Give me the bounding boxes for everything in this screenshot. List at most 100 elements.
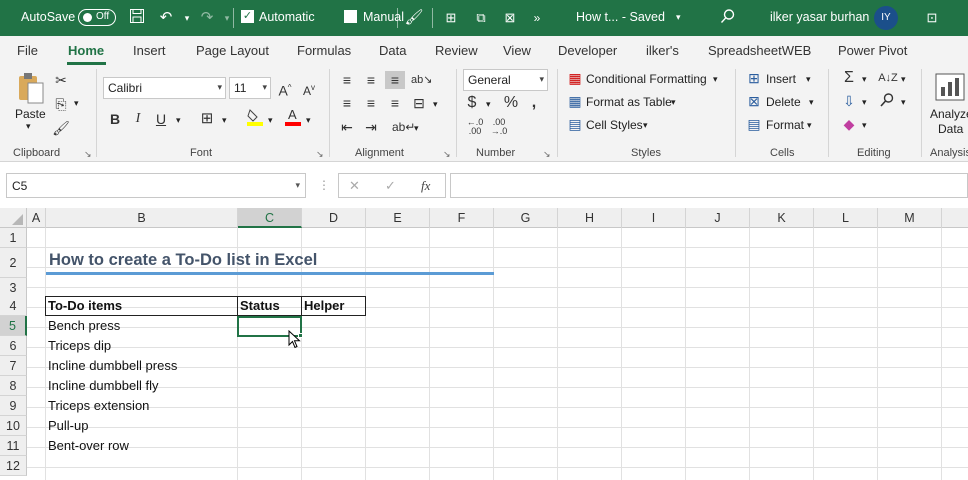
row-header-1[interactable]: 1 [0,228,27,248]
row-header-8[interactable]: 8 [0,376,27,396]
paste-icon[interactable] [14,71,46,107]
merge-center-icon[interactable]: ⊟ [410,94,428,112]
borders-icon[interactable]: ⊞ [198,110,216,128]
font-color-icon[interactable]: A [284,107,302,129]
row-header-10[interactable]: 10 [0,416,27,436]
document-title[interactable]: How t... - Saved [576,10,665,24]
column-header-d[interactable]: D [302,208,366,228]
clipboard-launcher-icon[interactable]: ↘ [84,149,92,160]
todo-item[interactable]: Incline dumbbell fly [48,376,159,396]
top-align-icon[interactable]: ≡ [338,71,356,89]
sort-filter-icon[interactable]: A↓Z [877,69,899,87]
tab-spreadsheetweb[interactable]: SpreadsheetWEB [708,43,811,58]
comma-style-icon[interactable]: , [527,94,541,112]
column-header-k[interactable]: K [750,208,814,228]
column-header-m[interactable]: M [878,208,942,228]
title-dropdown-icon[interactable]: ▾ [676,12,681,23]
bottom-align-icon[interactable]: ≡ [385,71,405,89]
delete-cells-icon[interactable]: ⊠ [745,92,763,110]
orientation-icon[interactable]: ab↘ [411,71,432,89]
align-left-icon[interactable]: ≡ [338,94,356,112]
format-as-table-button[interactable]: Format as Table [586,95,672,109]
font-launcher-icon[interactable]: ↘ [316,149,324,160]
user-avatar[interactable]: IY [874,6,898,30]
redo-icon[interactable]: ↷ [197,8,217,28]
number-format-select[interactable]: General ▾ [463,69,548,91]
column-header-c[interactable]: C [238,208,302,228]
fill-dropdown-icon[interactable]: ▾ [862,97,867,108]
bold-button[interactable]: B [107,110,123,128]
todo-item[interactable]: Pull-up [48,416,88,436]
format-painter-qat-icon[interactable]: 🖌 [404,8,424,28]
column-header-b[interactable]: B [46,208,238,228]
column-header-f[interactable]: F [430,208,494,228]
qat-align-icon[interactable]: ⊞ [441,8,461,28]
tab-view[interactable]: View [503,43,531,58]
insert-dropdown-icon[interactable]: ▾ [806,74,811,85]
header-helper[interactable]: Helper [304,296,344,316]
italic-button[interactable]: I [130,110,146,128]
column-header-h[interactable]: H [558,208,622,228]
percent-icon[interactable]: % [502,94,520,112]
cf-dropdown-icon[interactable]: ▾ [713,74,718,85]
automatic-checkbox[interactable]: ✓ [241,10,254,23]
redo-dropdown-icon[interactable]: ▾ [217,8,237,28]
formula-input[interactable] [450,173,968,198]
insert-cells-icon[interactable]: ⊞ [745,69,763,87]
fill-color-dropdown-icon[interactable]: ▾ [268,115,273,126]
conditional-formatting-button[interactable]: Conditional Formatting [586,72,707,86]
column-header-g[interactable]: G [494,208,558,228]
tab-insert[interactable]: Insert [133,43,166,58]
clear-dropdown-icon[interactable]: ▾ [862,120,867,131]
decrease-decimal-icon[interactable]: .00 →.0 [489,118,509,136]
format-as-table-icon[interactable]: ▦ [566,92,584,110]
autosum-icon[interactable]: Σ [840,69,858,87]
analyze-label-1[interactable]: Analyze [930,107,968,121]
font-size-select[interactable]: 11 ▾ [229,77,271,99]
wrap-dropdown-icon[interactable]: ▾ [414,123,419,134]
sort-dropdown-icon[interactable]: ▾ [901,74,906,85]
decrease-font-icon[interactable]: Av [300,79,318,100]
clear-icon[interactable]: ◆ [840,115,858,133]
increase-indent-icon[interactable]: ⇥ [362,118,380,136]
find-dropdown-icon[interactable]: ▾ [901,97,906,108]
increase-decimal-icon[interactable]: ←.0.00 [465,118,485,136]
header-todo-items[interactable]: To-Do items [48,296,122,316]
tab-home[interactable]: Home [68,43,104,58]
select-all-corner[interactable] [0,208,27,228]
cell-styles-icon[interactable]: ▤ [566,115,584,133]
row-header-7[interactable]: 7 [0,356,27,376]
font-color-dropdown-icon[interactable]: ▾ [306,115,311,126]
todo-item[interactable]: Bench press [48,316,120,336]
wrap-text-icon[interactable]: ab↵ [392,118,415,136]
cell-styles-button[interactable]: Cell Styles [586,118,643,132]
fill-icon[interactable]: ⇩ [840,92,858,110]
row-header-3[interactable]: 3 [0,278,27,298]
todo-item[interactable]: Triceps extension [48,396,149,416]
copy-icon[interactable]: ⎘ [52,95,70,113]
format-cells-icon[interactable]: ▤ [745,115,763,133]
enter-icon[interactable]: ✓ [385,178,396,194]
worksheet-grid[interactable]: A B C D E F G H I J K L M 1 2 3 4 5 6 7 … [0,208,968,480]
autosum-dropdown-icon[interactable]: ▾ [862,74,867,85]
underline-dropdown-icon[interactable]: ▾ [176,115,181,126]
cut-icon[interactable]: ✂ [52,71,70,89]
analyze-label-2[interactable]: Data [938,122,963,136]
column-header-i[interactable]: I [622,208,686,228]
format-painter-icon[interactable]: 🖌 [52,119,70,137]
font-name-select[interactable]: Calibri ▾ [103,77,226,99]
paste-dropdown-icon[interactable]: ▾ [26,121,31,132]
number-launcher-icon[interactable]: ↘ [543,149,551,160]
analyze-data-icon[interactable] [934,71,966,103]
ribbon-display-icon[interactable]: ⊡ [922,8,942,28]
todo-item[interactable]: Incline dumbbell press [48,356,177,376]
align-center-icon[interactable]: ≡ [362,94,380,112]
row-header-6[interactable]: 6 [0,336,27,356]
increase-font-icon[interactable]: A^ [276,79,294,100]
tab-developer[interactable]: Developer [558,43,617,58]
cell-styles-dropdown-icon[interactable]: ▾ [643,120,648,131]
todo-item[interactable]: Bent-over row [48,436,129,456]
middle-align-icon[interactable]: ≡ [362,71,380,89]
row-header-5[interactable]: 5 [0,316,27,336]
tab-data[interactable]: Data [379,43,406,58]
